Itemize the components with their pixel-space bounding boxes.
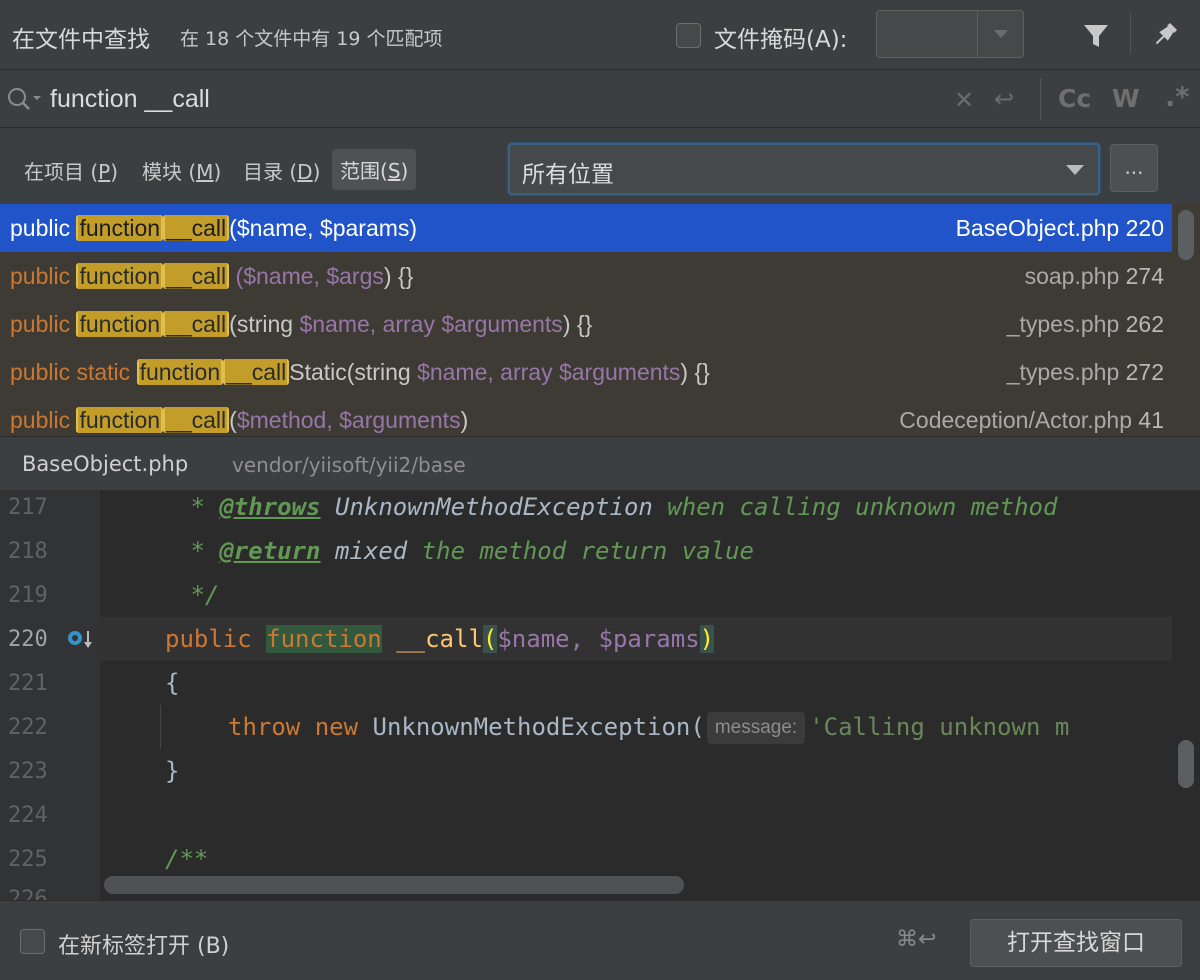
match-case-toggle[interactable]: Cc (1058, 84, 1091, 113)
dialog-title: 在文件中查找 (12, 27, 150, 53)
search-row: ✕ ↩ Cc W .* (0, 70, 1200, 128)
whole-word-toggle[interactable]: W (1112, 84, 1140, 113)
code-line-220: public function __call($name, $params) (165, 625, 715, 653)
result-location: soap.php 274 (1024, 263, 1164, 289)
match-highlight: __call (163, 311, 230, 337)
line-number: 222 (8, 715, 48, 740)
code-line-219: */ (176, 581, 220, 609)
file-mask-checkbox[interactable] (676, 23, 701, 48)
file-mask-label: 文件掩码(A): (714, 27, 848, 53)
result-code: public static function __call Static(strin… (10, 359, 710, 385)
line-number: 219 (8, 583, 48, 608)
match-highlight: function (76, 311, 164, 337)
match-highlight: __call (223, 359, 290, 385)
result-code: public function __call (string $name, arra… (10, 311, 593, 337)
result-row[interactable]: public static function __call Static(strin… (0, 348, 1172, 396)
editor-vertical-scrollbar[interactable] (1178, 740, 1194, 788)
line-number: 223 (8, 759, 48, 784)
search-input[interactable] (50, 82, 930, 116)
open-find-window-button[interactable]: 打开查找窗口 (970, 919, 1182, 967)
dialog-footer: 在新标签打开 (B) ⌘↩ 打开查找窗口 (0, 900, 1200, 980)
match-highlight: function (266, 625, 382, 653)
result-code: public function __call ($name, $args) {} (10, 263, 414, 289)
search-separator (1040, 78, 1041, 120)
chevron-down-icon[interactable] (994, 30, 1008, 38)
scope-row: 在项目 (P) 模块 (M) 目录 (D) 范围(S) 所有位置 ... (0, 128, 1200, 204)
line-number: 220 (8, 627, 48, 652)
scope-select[interactable]: 所有位置 (508, 143, 1100, 195)
newline-icon[interactable]: ↩ (994, 85, 1014, 113)
result-row[interactable]: public function __call ($method, $argument… (0, 396, 1172, 436)
open-in-new-tab-label: 在新标签打开 (B) (58, 934, 230, 959)
indent-guide (160, 705, 161, 749)
code-line-221: { (165, 669, 180, 697)
match-summary: 在 18 个文件中有 19 个匹配项 (180, 28, 443, 50)
result-row[interactable]: public function __call (string $name, arra… (0, 300, 1172, 348)
code-line-217: * @throws UnknownMethodException when ca… (176, 493, 1058, 521)
preview-file-directory: vendor/yiisoft/yii2/base (232, 453, 466, 477)
combo-divider (977, 11, 978, 57)
match-highlight: __call (163, 407, 230, 433)
match-highlight: function (76, 215, 164, 241)
results-list: public function __call ($name, $params) Ba… (0, 204, 1200, 436)
line-number: 217 (8, 495, 48, 520)
open-in-new-tab-checkbox[interactable] (20, 929, 45, 954)
scope-tab-module[interactable]: 模块 (M) (142, 156, 221, 185)
line-number: 225 (8, 847, 48, 872)
preview-file-path: BaseObject.php vendor/yiisoft/yii2/base (0, 436, 1200, 490)
chevron-down-icon[interactable] (1066, 165, 1084, 175)
match-highlight: __call (163, 215, 230, 241)
code-preview[interactable]: 217 218 219 220 221 222 223 224 225 226 … (0, 490, 1200, 900)
code-line-225: /** (165, 845, 209, 873)
code-line-218: * @return mixed the method return value (176, 537, 754, 565)
line-number: 226 (8, 887, 48, 900)
scope-tab-project[interactable]: 在项目 (P) (24, 156, 118, 185)
scope-tab-directory[interactable]: 目录 (D) (243, 156, 320, 185)
code-line-223: } (165, 757, 180, 785)
scope-tab-scope[interactable]: 范围(S) (332, 149, 417, 190)
preview-file-name: BaseObject.php (22, 452, 189, 476)
line-number: 218 (8, 539, 48, 564)
editor-scroll-track (1172, 490, 1200, 900)
result-row[interactable]: public function __call ($name, $params) Ba… (0, 204, 1172, 252)
result-code: public function __call ($name, $params) (10, 215, 418, 241)
header-separator (1130, 14, 1131, 54)
result-location: BaseObject.php 220 (955, 215, 1164, 241)
file-mask-combobox[interactable] (876, 10, 1024, 58)
match-highlight: function (136, 359, 224, 385)
regex-toggle[interactable]: .* (1165, 82, 1189, 113)
find-in-files-header: 在文件中查找 在 18 个文件中有 19 个匹配项 文件掩码(A): (0, 0, 1200, 70)
implements-method-icon[interactable] (66, 629, 94, 655)
pin-icon[interactable] (1150, 20, 1180, 54)
close-icon[interactable]: ✕ (954, 86, 974, 114)
results-scrollbar[interactable] (1178, 210, 1194, 260)
shortcut-hint: ⌘↩ (896, 927, 937, 952)
scope-more-button[interactable]: ... (1110, 144, 1158, 192)
result-location: _types.php 272 (1006, 359, 1164, 385)
result-code: public function __call ($method, $argument… (10, 407, 469, 433)
search-history-icon[interactable] (6, 86, 46, 116)
line-number: 224 (8, 803, 48, 828)
result-location: Codeception/Actor.php 41 (899, 407, 1164, 433)
match-highlight: function (76, 263, 164, 289)
match-highlight: function (76, 407, 164, 433)
result-row[interactable]: public function __call ($name, $args) {} … (0, 252, 1172, 300)
line-number: 221 (8, 671, 48, 696)
code-line-222: throw new UnknownMethodException(message… (228, 705, 1069, 749)
filter-icon[interactable] (1082, 22, 1110, 54)
match-highlight: __call (163, 263, 230, 289)
scope-select-value: 所有位置 (522, 162, 614, 188)
parameter-hint: message: (706, 712, 806, 744)
result-location: _types.php 262 (1006, 311, 1164, 337)
editor-horizontal-scrollbar[interactable] (104, 876, 684, 894)
